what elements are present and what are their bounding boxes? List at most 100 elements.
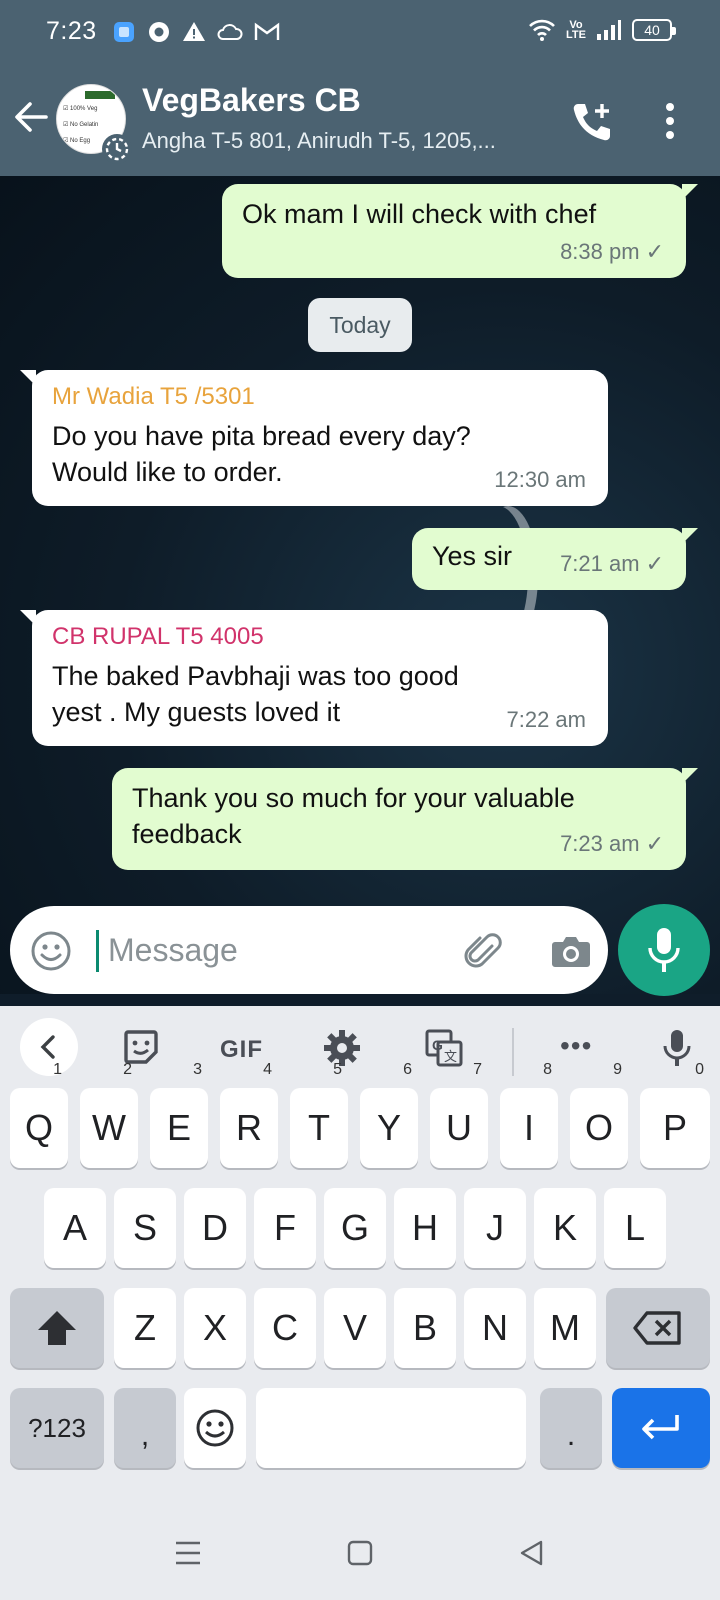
enter-key[interactable]: [612, 1388, 710, 1468]
key-s[interactable]: S: [114, 1188, 176, 1268]
shift-arrow-icon: [38, 1311, 76, 1345]
key-a[interactable]: A: [44, 1188, 106, 1268]
add-call-icon[interactable]: [570, 100, 614, 144]
alert-icon: [183, 22, 205, 41]
key-b[interactable]: B: [394, 1288, 456, 1368]
message-text: Ok mam I will check with chef: [242, 199, 597, 229]
backspace-key[interactable]: [606, 1288, 710, 1368]
chevron-left-icon: [40, 1035, 55, 1059]
message-text: Yes sir: [432, 541, 513, 571]
key-h[interactable]: H: [394, 1188, 456, 1268]
message-time: 8:38 pm: [560, 239, 640, 264]
message-text-line1: Thank you so much for your valuable: [132, 783, 575, 813]
key-v[interactable]: V: [324, 1288, 386, 1368]
key-w[interactable]: 2W: [80, 1062, 138, 1168]
message-composer[interactable]: Message: [10, 906, 608, 994]
more-options-button[interactable]: •••: [560, 1030, 592, 1062]
period-key[interactable]: .: [540, 1388, 602, 1468]
toolbar-separator: [512, 1028, 514, 1076]
smiley-icon: [196, 1409, 234, 1447]
message-text-line2: yest . My guests loved it: [52, 697, 341, 727]
emoji-icon[interactable]: [30, 930, 72, 972]
message-time: 12:30 am: [494, 467, 586, 492]
chat-area[interactable]: Ok mam I will check with chef 8:38 pm ✓ T…: [0, 176, 720, 994]
key-i[interactable]: 8I: [500, 1062, 558, 1168]
key-d[interactable]: D: [184, 1188, 246, 1268]
message-sender[interactable]: Mr Wadia T5 /5301: [52, 382, 255, 412]
key-r[interactable]: 4R: [220, 1062, 278, 1168]
status-ring-icon: [102, 134, 132, 164]
space-key[interactable]: [256, 1388, 526, 1468]
message-incoming[interactable]: Mr Wadia T5 /5301 Do you have pita bread…: [20, 370, 608, 506]
key-f[interactable]: F: [254, 1188, 316, 1268]
app-notification-icon: [114, 22, 134, 42]
message-time: 7:22 am: [506, 707, 587, 732]
key-y[interactable]: 6Y: [360, 1062, 418, 1168]
wifi-icon: [529, 19, 555, 41]
message-text-line1: Do you have pita bread every day?: [52, 421, 471, 451]
keyboard-back-button[interactable]: [20, 1018, 78, 1076]
chat-subtitle[interactable]: Angha T-5 801, Anirudh T-5, 1205,...: [142, 128, 496, 154]
message-time: 7:21 am: [560, 551, 640, 576]
chat-title[interactable]: VegBakers CB: [142, 82, 361, 119]
key-j[interactable]: J: [464, 1188, 526, 1268]
recents-menu-icon[interactable]: [173, 1538, 203, 1568]
message-text-line2: feedback: [132, 819, 242, 849]
message-outgoing[interactable]: Ok mam I will check with chef 8:38 pm ✓: [222, 184, 698, 278]
message-incoming[interactable]: CB RUPAL T5 4005 The baked Pavbhaji was …: [20, 610, 608, 746]
key-t[interactable]: 5T: [290, 1062, 348, 1168]
camera-icon[interactable]: [550, 932, 592, 970]
key-n[interactable]: N: [464, 1288, 526, 1368]
enter-arrow-icon: [642, 1415, 679, 1440]
key-z[interactable]: Z: [114, 1288, 176, 1368]
message-input[interactable]: Message: [108, 932, 238, 969]
voice-message-button[interactable]: [618, 904, 710, 996]
sent-tick-icon: ✓: [645, 551, 664, 576]
key-k[interactable]: K: [534, 1188, 596, 1268]
svg-text:文: 文: [444, 1050, 457, 1065]
voice-input-icon[interactable]: [662, 1028, 692, 1068]
back-triangle-icon[interactable]: [517, 1538, 547, 1568]
emoji-key[interactable]: [184, 1388, 246, 1468]
translate-icon[interactable]: G文: [424, 1028, 464, 1068]
volte-indicator: Vo LTE: [566, 19, 586, 41]
keyboard-toolbar: GIF G文 •••: [0, 1006, 720, 1090]
key-e[interactable]: 3E: [150, 1062, 208, 1168]
system-nav-bar: [0, 1508, 720, 1600]
gif-button[interactable]: GIF: [220, 1036, 263, 1064]
status-time: 7:23: [46, 17, 97, 45]
key-c[interactable]: C: [254, 1288, 316, 1368]
status-bar: 7:23 Vo LTE 40: [0, 0, 720, 64]
message-text-line2: Would like to order.: [52, 457, 283, 487]
battery-indicator: 40: [632, 19, 676, 41]
settings-gear-icon[interactable]: [322, 1028, 362, 1068]
key-g[interactable]: G: [324, 1188, 386, 1268]
sent-tick-icon: ✓: [645, 831, 664, 856]
backspace-icon: [633, 1311, 681, 1345]
key-u[interactable]: 7U: [430, 1062, 488, 1168]
date-chip: Today: [308, 298, 412, 352]
message-text-line1: The baked Pavbhaji was too good: [52, 661, 459, 691]
attach-icon[interactable]: [462, 930, 506, 974]
back-arrow-icon[interactable]: [12, 98, 50, 136]
sent-tick-icon: ✓: [645, 239, 664, 264]
key-p[interactable]: 0P: [640, 1062, 710, 1168]
symbols-key[interactable]: ?123: [10, 1388, 104, 1468]
message-outgoing[interactable]: Thank you so much for your valuable feed…: [112, 768, 698, 870]
message-sender[interactable]: CB RUPAL T5 4005: [52, 622, 264, 652]
key-o[interactable]: 9O: [570, 1062, 628, 1168]
chrome-icon: [149, 22, 169, 42]
svg-text:G: G: [432, 1037, 443, 1053]
key-x[interactable]: X: [184, 1288, 246, 1368]
key-q[interactable]: 1Q: [10, 1062, 68, 1168]
key-l[interactable]: L: [604, 1188, 666, 1268]
comma-key[interactable]: ,: [114, 1388, 176, 1468]
shift-key[interactable]: [10, 1288, 104, 1368]
message-outgoing[interactable]: Yes sir 7:21 am ✓: [412, 528, 698, 590]
key-m[interactable]: M: [534, 1288, 596, 1368]
signal-icon: [597, 20, 621, 40]
message-time: 7:23 am: [560, 831, 640, 856]
more-options-icon[interactable]: [664, 102, 676, 140]
home-square-icon[interactable]: [345, 1538, 375, 1568]
gmail-icon: [254, 22, 280, 40]
